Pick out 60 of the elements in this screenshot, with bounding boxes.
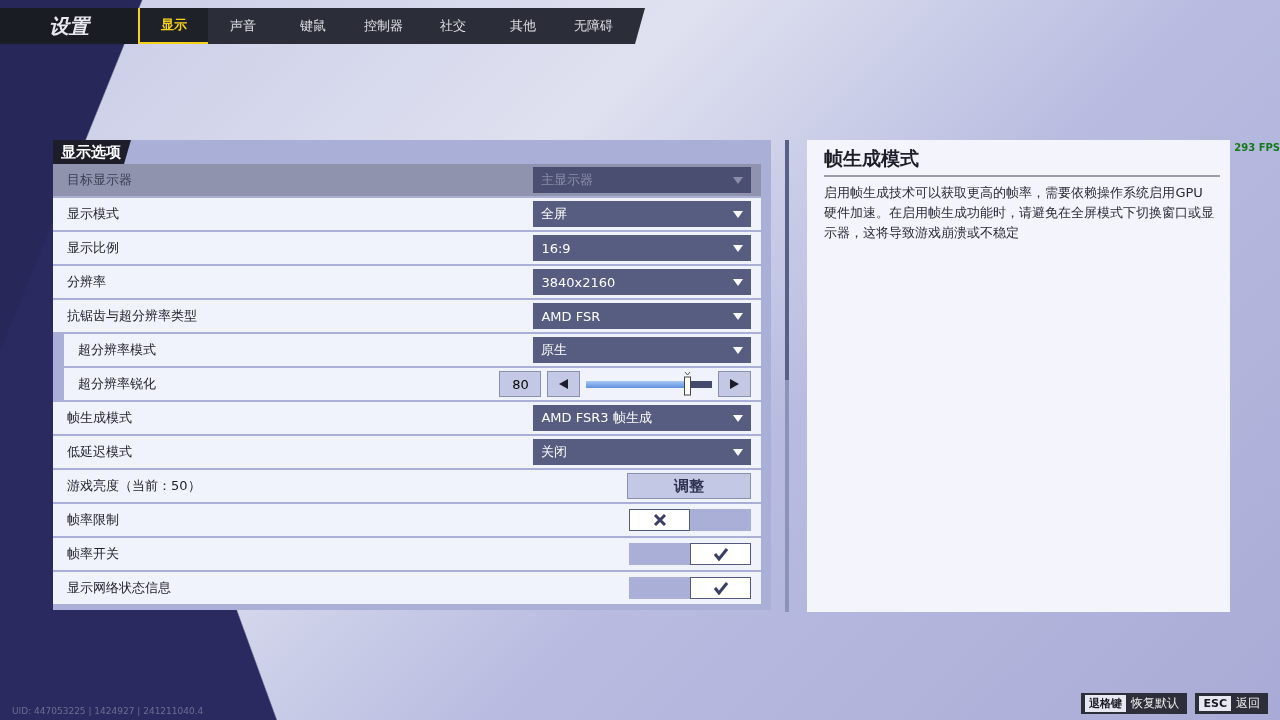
detail-text: 启用帧生成技术可以获取更高的帧率，需要依赖操作系统启用GPU硬件加速。在启用帧生成功能时，请避免在全屏模式下切换窗口或显示器，这将导致游戏崩溃或不稳定 bbox=[824, 184, 1216, 242]
tab[interactable]: 显示 bbox=[138, 8, 208, 44]
increase-button[interactable] bbox=[718, 371, 752, 397]
setting-row[interactable]: 低延迟模式 关闭 bbox=[53, 436, 762, 468]
dropdown[interactable]: 原生 bbox=[533, 337, 752, 363]
setting-row[interactable]: 抗锯齿与超分辨率类型 AMD FSR bbox=[53, 300, 762, 332]
value-display: 80 bbox=[499, 371, 542, 397]
dropdown[interactable]: 16:9 bbox=[533, 235, 752, 261]
decrease-button[interactable] bbox=[547, 371, 581, 397]
dropdown[interactable]: AMD FSR3 帧生成 bbox=[533, 405, 752, 431]
setting-row[interactable]: 帧率限制 bbox=[53, 504, 762, 536]
dropdown[interactable]: 全屏 bbox=[533, 201, 752, 227]
tab[interactable]: 控制器 bbox=[348, 8, 418, 44]
tab[interactable]: 无障碍 bbox=[558, 8, 628, 44]
dropdown-arrow-icon bbox=[733, 176, 744, 184]
tab[interactable]: 声音 bbox=[208, 8, 278, 44]
right-arrow-icon bbox=[730, 379, 740, 389]
key-hint[interactable]: 退格键 恢复默认 bbox=[1081, 693, 1188, 714]
tab[interactable]: 其他 bbox=[488, 8, 558, 44]
adjust-button[interactable]: 调整 bbox=[627, 473, 752, 499]
setting-row[interactable]: 帧率开关 bbox=[53, 538, 762, 570]
key-label: ESC bbox=[1199, 696, 1231, 711]
toggle-switch[interactable] bbox=[629, 509, 752, 531]
dropdown-arrow-icon bbox=[733, 312, 744, 320]
setting-row[interactable]: 显示比例 16:9 bbox=[53, 232, 762, 264]
dropdown[interactable]: 关闭 bbox=[533, 439, 752, 465]
detail-title: 帧生成模式 bbox=[824, 146, 1221, 177]
setting-row[interactable]: 游戏亮度（当前：50） 调整 bbox=[53, 470, 762, 502]
setting-row[interactable]: 分辨率 3840x2160 bbox=[53, 266, 762, 298]
tab[interactable]: 键鼠 bbox=[278, 8, 348, 44]
check-icon bbox=[713, 581, 728, 595]
hint-label: 恢复默认 bbox=[1131, 695, 1180, 712]
setting-row[interactable]: 显示网络状态信息 bbox=[53, 572, 762, 604]
dropdown-arrow-icon bbox=[733, 244, 744, 252]
uid-text: UID: 447053225 | 1424927 | 241211040.4 bbox=[12, 706, 204, 716]
tab[interactable]: 社交 bbox=[418, 8, 488, 44]
setting-row[interactable]: 超分辨率锐化 80 bbox=[64, 368, 762, 400]
slider-thumb[interactable] bbox=[684, 371, 692, 396]
page-title: 设置 bbox=[0, 8, 138, 44]
fps-counter: 293 FPS bbox=[1234, 142, 1280, 153]
toggle-switch[interactable] bbox=[629, 577, 752, 599]
dropdown[interactable]: 3840x2160 bbox=[533, 269, 752, 295]
key-label: 退格键 bbox=[1085, 695, 1127, 712]
dropdown-arrow-icon bbox=[733, 278, 744, 286]
cross-icon bbox=[652, 513, 667, 527]
left-arrow-icon bbox=[559, 379, 569, 389]
hint-label: 返回 bbox=[1236, 695, 1260, 712]
dropdown[interactable]: AMD FSR bbox=[533, 303, 752, 329]
setting-row[interactable]: 超分辨率模式 原生 bbox=[64, 334, 762, 366]
toggle-switch[interactable] bbox=[629, 543, 752, 565]
key-hint[interactable]: ESC 返回 bbox=[1195, 693, 1268, 714]
dropdown-arrow-icon bbox=[733, 448, 744, 456]
check-icon bbox=[713, 547, 728, 561]
dropdown-arrow-icon bbox=[733, 210, 744, 218]
scrollbar[interactable] bbox=[785, 140, 790, 612]
setting-row[interactable]: 帧生成模式 AMD FSR3 帧生成 bbox=[53, 402, 762, 434]
section-title: 显示选项 bbox=[53, 140, 131, 164]
dropdown-arrow-icon bbox=[733, 346, 744, 354]
setting-row[interactable]: 显示模式 全屏 bbox=[53, 198, 762, 230]
dropdown-arrow-icon bbox=[733, 414, 744, 422]
